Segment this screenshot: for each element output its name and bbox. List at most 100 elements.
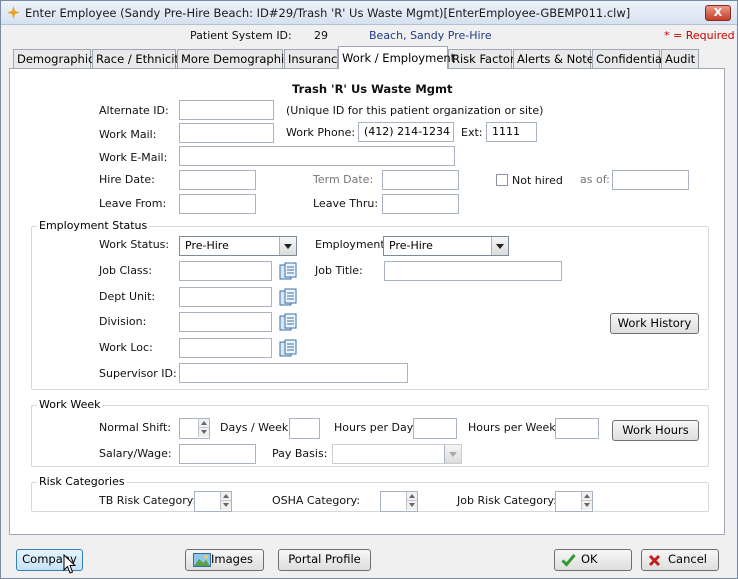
as-of-label: as of: — [580, 173, 610, 186]
image-icon — [193, 553, 211, 567]
tab-demographics[interactable]: Demographics — [13, 49, 100, 68]
work-mail-label: Work Mail: — [99, 128, 157, 141]
spin-up-icon[interactable] — [581, 492, 592, 501]
salary-wage-input[interactable] — [179, 444, 256, 464]
images-button[interactable]: Images — [185, 549, 264, 571]
alternate-id-hint: (Unique ID for this patient organization… — [286, 104, 544, 117]
work-loc-input[interactable] — [179, 338, 272, 358]
lookup-icon[interactable] — [279, 262, 298, 281]
employment-status-title: Employment Status — [37, 219, 150, 232]
hours-per-day-label: Hours per Day: — [334, 421, 417, 434]
employment-label: Employment: — [315, 238, 389, 251]
enter-employee-window: Enter Employee (Sandy Pre-Hire Beach: ID… — [0, 0, 738, 579]
work-loc-label: Work Loc: — [99, 341, 153, 354]
work-status-value: Pre-Hire — [185, 239, 229, 252]
work-phone-input[interactable]: (412) 214-1234 — [358, 122, 454, 142]
ok-button-label: OK — [581, 552, 598, 566]
salary-wage-label: Salary/Wage: — [99, 447, 172, 460]
job-class-input[interactable] — [179, 261, 272, 281]
lookup-icon[interactable] — [279, 288, 298, 307]
mouse-cursor-icon — [63, 554, 77, 574]
checkmark-icon — [561, 554, 576, 567]
hire-date-input[interactable] — [179, 170, 256, 190]
tb-risk-category-label: TB Risk Category: — [99, 494, 197, 507]
cancel-button-label: Cancel — [668, 552, 707, 566]
not-hired-checkbox[interactable] — [496, 174, 508, 186]
close-button[interactable]: X — [705, 5, 731, 21]
employment-select[interactable]: Pre-Hire — [383, 236, 509, 256]
alternate-id-input[interactable] — [179, 100, 274, 120]
tb-risk-category-spinner[interactable] — [194, 491, 232, 512]
leave-thru-input[interactable] — [382, 194, 459, 214]
patient-system-id: 29 — [314, 29, 328, 42]
ext-label: Ext: — [461, 126, 483, 139]
dept-unit-label: Dept Unit: — [99, 290, 156, 303]
tab-alerts-notes[interactable]: Alerts & Notes — [513, 49, 600, 68]
hours-per-day-input[interactable] — [413, 418, 457, 439]
work-week-title: Work Week — [37, 398, 103, 411]
cancel-button[interactable]: Cancel — [641, 549, 719, 571]
work-email-input[interactable] — [179, 146, 455, 166]
supervisor-id-input[interactable] — [179, 363, 408, 383]
term-date-label: Term Date: — [313, 173, 374, 186]
chevron-down-icon[interactable] — [491, 237, 508, 255]
normal-shift-label: Normal Shift: — [99, 421, 172, 434]
hire-date-label: Hire Date: — [99, 173, 155, 186]
work-hours-button[interactable]: Work Hours — [612, 420, 699, 441]
term-date-input[interactable] — [382, 170, 459, 190]
supervisor-id-label: Supervisor ID: — [99, 367, 177, 380]
tab-more-demographics[interactable]: More Demographics — [177, 49, 297, 68]
leave-from-input[interactable] — [179, 194, 256, 214]
pay-basis-label: Pay Basis: — [272, 447, 328, 460]
spin-down-icon[interactable] — [220, 501, 231, 510]
org-name: Trash 'R' Us Waste Mgmt — [292, 82, 453, 96]
leave-thru-label: Leave Thru: — [313, 197, 379, 210]
close-icon — [648, 554, 661, 567]
dept-unit-input[interactable] — [179, 287, 272, 307]
days-per-week-label: Days / Week: — [220, 421, 292, 434]
tab-insurance[interactable]: Insurance — [284, 49, 344, 68]
alternate-id-label: Alternate ID: — [99, 104, 169, 117]
days-per-week-input[interactable] — [289, 418, 320, 439]
spin-up-icon[interactable] — [198, 419, 209, 428]
not-hired-label: Not hired — [512, 174, 563, 187]
spin-down-icon[interactable] — [198, 428, 209, 437]
normal-shift-spinner[interactable] — [179, 418, 210, 439]
ext-input[interactable]: 1111 — [486, 122, 537, 142]
work-status-label: Work Status: — [99, 238, 170, 251]
work-status-select[interactable]: Pre-Hire — [179, 236, 297, 256]
portal-profile-button[interactable]: Portal Profile — [278, 549, 371, 571]
spin-down-icon[interactable] — [406, 501, 417, 510]
job-risk-category-spinner[interactable] — [555, 491, 593, 512]
work-history-button[interactable]: Work History — [610, 313, 699, 334]
tab-race-ethnicity[interactable]: Race / Ethnicity — [92, 49, 186, 68]
lookup-icon[interactable] — [279, 339, 298, 358]
division-input[interactable] — [179, 312, 272, 332]
lookup-icon[interactable] — [279, 313, 298, 332]
work-mail-input[interactable] — [179, 123, 274, 143]
job-title-input[interactable] — [384, 261, 562, 281]
job-title-label: Job Title: — [315, 264, 363, 277]
ok-button[interactable]: OK — [554, 549, 632, 571]
tab-audit[interactable]: Audit — [661, 49, 699, 68]
spin-up-icon[interactable] — [406, 492, 417, 501]
leave-from-label: Leave From: — [99, 197, 167, 210]
required-note: * = Required — [664, 29, 735, 42]
as-of-input[interactable] — [612, 170, 689, 190]
hours-per-week-input[interactable] — [555, 418, 599, 439]
chevron-down-icon[interactable] — [444, 445, 461, 463]
work-phone-label: Work Phone: — [286, 126, 356, 139]
tab-work-employment[interactable]: Work / Employment — [338, 46, 455, 69]
patient-system-id-label: Patient System ID: — [190, 29, 292, 42]
chevron-down-icon[interactable] — [279, 237, 296, 255]
osha-category-spinner[interactable] — [380, 491, 418, 512]
osha-category-label: OSHA Category: — [272, 494, 361, 507]
tab-confidential[interactable]: Confidential — [592, 49, 665, 68]
job-class-label: Job Class: — [99, 264, 153, 277]
risk-categories-title: Risk Categories — [37, 475, 127, 488]
employment-value: Pre-Hire — [389, 239, 433, 252]
spin-up-icon[interactable] — [220, 492, 231, 501]
spin-down-icon[interactable] — [581, 501, 592, 510]
pay-basis-select[interactable] — [332, 444, 462, 464]
tab-risk-factors[interactable]: Risk Factors — [448, 49, 521, 68]
